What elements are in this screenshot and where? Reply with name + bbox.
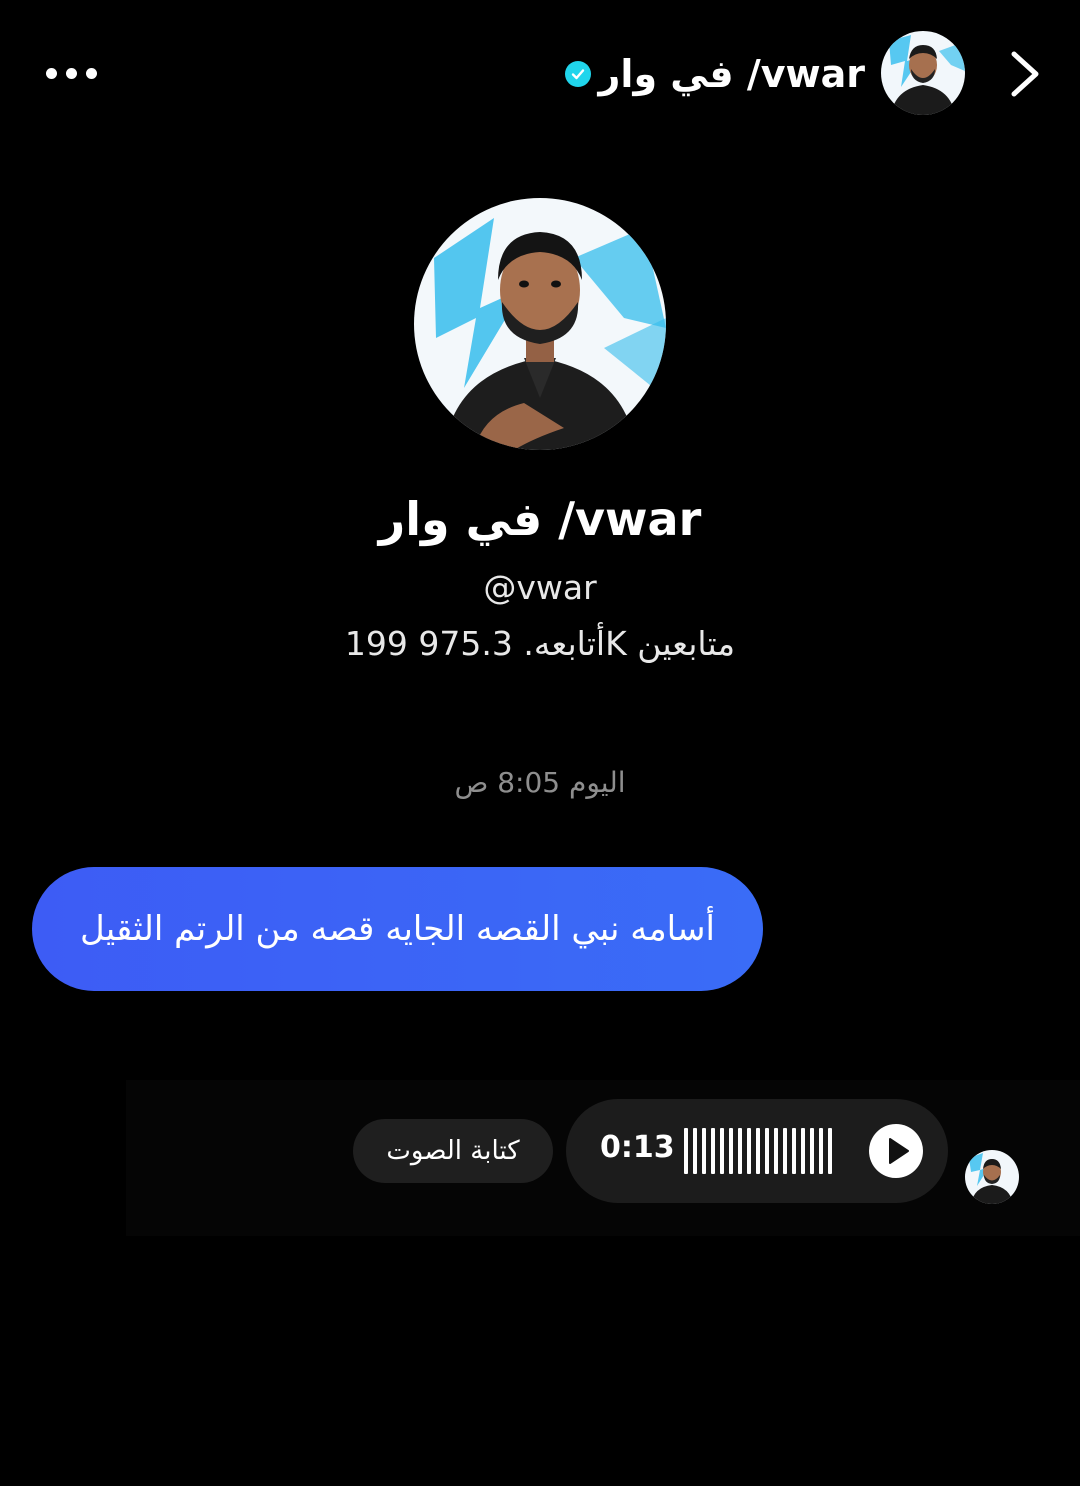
message-timestamp: اليوم 8:05 ص [454, 766, 626, 799]
message-text: أسامه نبي القصه الجايه قصه من الرتم الثق… [80, 909, 715, 949]
verified-check-icon [564, 61, 591, 87]
transcribe-voice-button[interactable]: كتابة الصوت [353, 1119, 553, 1183]
profile-name: في وار /vwar [378, 492, 702, 546]
profile-avatar[interactable] [414, 198, 666, 450]
more-horizontal-icon [46, 67, 57, 79]
header-user[interactable]: في وار /vwar [564, 46, 865, 102]
play-button[interactable] [869, 1124, 923, 1178]
profile-stats: 199 أتابعه. 975.3K متابعين [344, 624, 736, 663]
voice-duration: 0:13 [600, 1130, 675, 1165]
chat-screen: في وار /vwar في وار /vwar @vwar 199 أتاب… [0, 0, 1080, 1486]
header-avatar[interactable] [881, 31, 965, 115]
header-title: في وار /vwar [598, 52, 865, 96]
chevron-right-icon[interactable] [1004, 50, 1044, 98]
waveform [684, 1128, 832, 1174]
chat-header: في وار /vwar [0, 0, 1080, 140]
profile-handle: @vwar [483, 568, 597, 607]
more-options-button[interactable] [46, 64, 102, 82]
sender-avatar[interactable] [965, 1150, 1019, 1204]
play-icon [889, 1138, 909, 1164]
message-bubble[interactable]: أسامه نبي القصه الجايه قصه من الرتم الثق… [32, 867, 763, 991]
